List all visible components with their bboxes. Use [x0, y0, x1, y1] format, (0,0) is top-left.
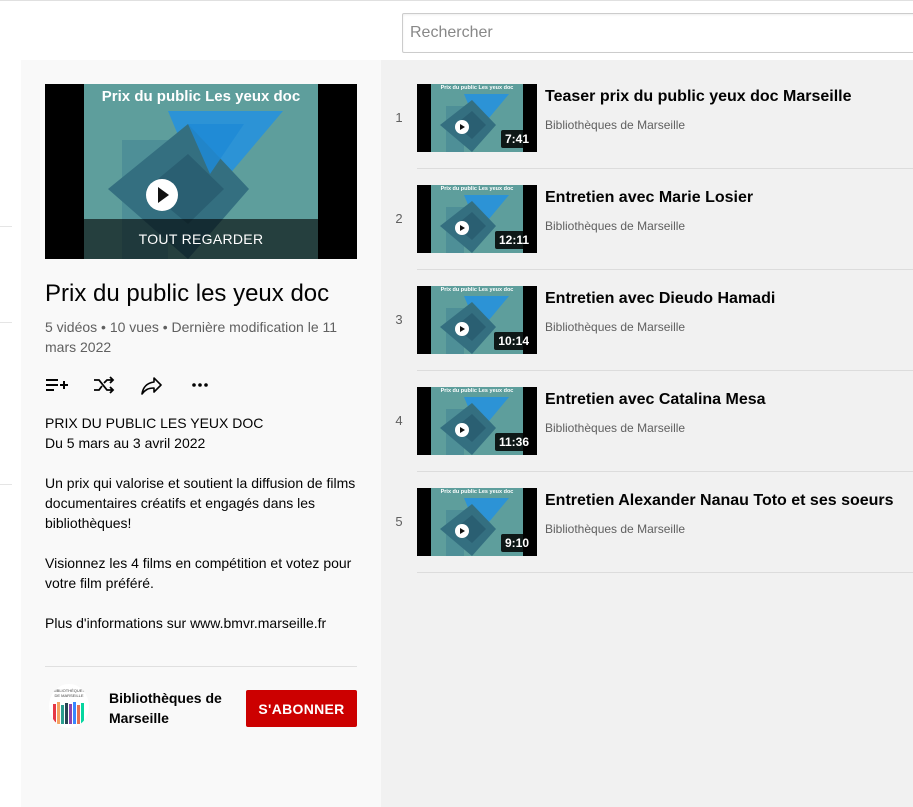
- thumbnail-title: Prix du public Les yeux doc: [440, 489, 514, 495]
- playlist-owner: BIBLIOTHÈQUES DE MARSEILLE Bibliothèques…: [45, 682, 357, 730]
- play-icon: [455, 120, 469, 134]
- video-index: 4: [395, 413, 403, 428]
- video-title[interactable]: Entretien Alexander Nanau Toto et ses so…: [545, 490, 905, 512]
- video-channel[interactable]: Bibliothèques de Marseille: [545, 318, 685, 336]
- video-title[interactable]: Entretien avec Catalina Mesa: [545, 389, 905, 411]
- share-icon-svg: [141, 377, 162, 395]
- play-icon: [455, 221, 469, 235]
- guide-divider: [0, 484, 12, 485]
- divider: [417, 370, 913, 371]
- top-bar: [0, 0, 913, 60]
- search-input[interactable]: [403, 14, 913, 52]
- video-index: 5: [395, 514, 403, 529]
- avatar[interactable]: BIBLIOTHÈQUES DE MARSEILLE: [49, 684, 89, 728]
- video-channel[interactable]: Bibliothèques de Marseille: [545, 217, 685, 235]
- search-box[interactable]: [402, 13, 913, 53]
- add-to-queue-icon-svg: [46, 379, 68, 391]
- playlist-sidebar: Prix du public Les yeux doc TOUT REGARDE…: [21, 60, 381, 807]
- video-thumbnail[interactable]: Prix du public Les yeux doc 10:14: [417, 286, 537, 354]
- divider: [45, 666, 357, 667]
- video-duration: 7:41: [500, 130, 533, 148]
- more-icon-svg: [192, 383, 208, 387]
- description-line: Du 5 mars au 3 avril 2022: [45, 435, 206, 451]
- video-title[interactable]: Teaser prix du public yeux doc Marseille: [545, 86, 905, 108]
- description-paragraph: Visionnez les 4 films en compétition et …: [45, 555, 352, 591]
- divider: [417, 168, 913, 169]
- video-channel[interactable]: Bibliothèques de Marseille: [545, 419, 685, 437]
- thumbnail-title: Prix du public Les yeux doc: [440, 287, 514, 293]
- divider: [417, 471, 913, 472]
- video-duration: 9:10: [500, 534, 533, 552]
- shuffle-icon-svg: [94, 376, 115, 394]
- hero-thumbnail-title: Prix du public Les yeux doc: [101, 88, 301, 105]
- play-icon: [455, 322, 469, 336]
- thumbnail-title: Prix du public Les yeux doc: [440, 85, 514, 91]
- video-duration: 11:36: [494, 433, 533, 451]
- video-index: 2: [395, 211, 403, 226]
- description-line: PRIX DU PUBLIC LES YEUX DOC: [45, 415, 264, 431]
- more-icon[interactable]: [187, 372, 213, 398]
- divider: [417, 572, 913, 573]
- play-icon: [455, 423, 469, 437]
- library-books-logo: [53, 702, 84, 724]
- add-to-queue-icon[interactable]: [45, 372, 71, 398]
- playlist-description: PRIX DU PUBLIC LES YEUX DOC Du 5 mars au…: [45, 413, 357, 633]
- video-thumbnail[interactable]: Prix du public Les yeux doc 9:10: [417, 488, 537, 556]
- video-index: 1: [395, 110, 403, 125]
- video-thumbnail[interactable]: Prix du public Les yeux doc 11:36: [417, 387, 537, 455]
- video-thumbnail[interactable]: Prix du public Les yeux doc 7:41: [417, 84, 537, 152]
- subscribe-button[interactable]: S'ABONNER: [246, 690, 357, 727]
- description-link-paragraph: Plus d'informations sur www.bmvr.marseil…: [45, 615, 327, 631]
- play-icon: [455, 524, 469, 538]
- video-channel[interactable]: Bibliothèques de Marseille: [545, 116, 685, 134]
- list-item[interactable]: 1 Prix du public Les yeux doc 7:41 Tease…: [381, 84, 913, 185]
- thumbnail-title: Prix du public Les yeux doc: [440, 186, 514, 192]
- video-title[interactable]: Entretien avec Dieudo Hamadi: [545, 288, 905, 310]
- list-item[interactable]: 3 Prix du public Les yeux doc 10:14 Entr…: [381, 286, 913, 387]
- video-title[interactable]: Entretien avec Marie Losier: [545, 187, 905, 209]
- description-paragraph: Un prix qui valorise et soutient la diff…: [45, 475, 356, 531]
- playlist-stats: 5 vidéos • 10 vues • Dernière modificati…: [45, 319, 338, 355]
- guide-divider: [0, 226, 12, 227]
- playlist-title: Prix du public les yeux doc: [45, 280, 330, 307]
- video-index: 3: [395, 312, 403, 327]
- shuffle-icon[interactable]: [91, 372, 117, 398]
- watch-all-button[interactable]: TOUT REGARDER: [84, 219, 318, 259]
- list-item[interactable]: 2 Prix du public Les yeux doc 12:11 Entr…: [381, 185, 913, 286]
- avatar-logo-text: BIBLIOTHÈQUES DE MARSEILLE: [52, 688, 86, 698]
- owner-channel-name[interactable]: Bibliothèques de Marseille: [109, 688, 239, 728]
- divider: [417, 269, 913, 270]
- left-guide-strip: [0, 60, 21, 807]
- list-item[interactable]: 4 Prix du public Les yeux doc 11:36 Entr…: [381, 387, 913, 488]
- video-thumbnail[interactable]: Prix du public Les yeux doc 12:11: [417, 185, 537, 253]
- playlist-hero-thumbnail[interactable]: Prix du public Les yeux doc TOUT REGARDE…: [45, 84, 357, 259]
- play-icon[interactable]: [146, 179, 178, 211]
- share-icon[interactable]: [139, 372, 165, 398]
- playlist-video-list: 1 Prix du public Les yeux doc 7:41 Tease…: [381, 60, 913, 807]
- video-duration: 10:14: [494, 332, 533, 350]
- list-item[interactable]: 5 Prix du public Les yeux doc 9:10 Entre…: [381, 488, 913, 589]
- video-duration: 12:11: [494, 231, 533, 249]
- video-channel[interactable]: Bibliothèques de Marseille: [545, 520, 685, 538]
- thumbnail-title: Prix du public Les yeux doc: [440, 388, 514, 394]
- guide-divider: [0, 322, 12, 323]
